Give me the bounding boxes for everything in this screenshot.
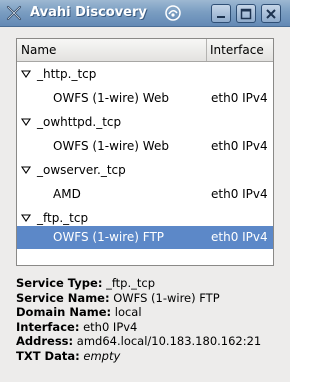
service-type-label: _owhttpd._tcp — [37, 115, 122, 129]
service-row-selected[interactable]: OWFS (1-wire) FTP eth0 IPv4 — [17, 226, 273, 249]
detail-service-type: Service Type: _ftp._tcp — [16, 276, 286, 291]
service-row[interactable]: OWFS (1-wire) Web eth0 IPv4 — [17, 87, 273, 110]
detail-label: Address: — [16, 334, 74, 349]
detail-value: eth0 IPv4 — [83, 319, 138, 334]
avahi-logo-icon — [165, 5, 181, 21]
service-interface: eth0 IPv4 — [211, 91, 268, 105]
title-bar[interactable]: Avahi Discovery — [0, 0, 290, 27]
service-interface: eth0 IPv4 — [211, 187, 268, 201]
maximize-button[interactable] — [236, 4, 256, 23]
service-name: OWFS (1-wire) Web — [53, 91, 169, 105]
detail-value: amd64.local/10.183.180.162:21 — [76, 334, 262, 349]
column-header-name[interactable]: Name — [17, 39, 207, 61]
expander-expanded-icon[interactable] — [20, 212, 32, 224]
service-name: AMD — [53, 187, 81, 201]
minimize-button[interactable] — [211, 4, 231, 23]
window-menu-icon[interactable] — [6, 5, 22, 21]
maximize-icon — [240, 8, 252, 20]
service-row[interactable]: AMD eth0 IPv4 — [17, 183, 273, 206]
expander-expanded-icon[interactable] — [20, 116, 32, 128]
column-header-interface[interactable]: Interface — [208, 39, 273, 61]
service-type-label: _ftp._tcp — [37, 211, 89, 225]
detail-address: Address: amd64.local/10.183.180.162:21 — [16, 334, 286, 349]
detail-value: _ftp._tcp — [106, 276, 156, 290]
expander-expanded-icon[interactable] — [20, 164, 32, 176]
service-type-label: _owserver._tcp — [37, 163, 126, 177]
avahi-discovery-window: Avahi Discovery Name Interface _http._tc… — [0, 0, 290, 382]
detail-interface: Interface: eth0 IPv4 — [16, 320, 286, 335]
detail-label: TXT Data: — [16, 348, 80, 363]
window-title: Avahi Discovery — [30, 5, 147, 20]
services-tree-view[interactable]: Name Interface _http._tcp OWFS (1-wire) … — [16, 38, 274, 266]
detail-value: empty — [83, 348, 121, 363]
detail-value: OWFS (1-wire) FTP — [113, 290, 220, 305]
service-type-row[interactable]: _owserver._tcp — [17, 159, 273, 182]
service-name: OWFS (1-wire) FTP — [53, 230, 165, 244]
service-type-label: _http._tcp — [37, 67, 97, 81]
service-type-row[interactable]: _owhttpd._tcp — [17, 111, 273, 134]
close-icon — [266, 9, 276, 19]
detail-domain-name: Domain Name: local — [16, 305, 286, 320]
close-button[interactable] — [261, 4, 281, 23]
service-name: OWFS (1-wire) Web — [53, 139, 169, 153]
expander-expanded-icon[interactable] — [20, 68, 32, 80]
detail-txt-data: TXT Data: empty — [16, 349, 286, 364]
minimize-icon — [217, 16, 225, 18]
detail-service-name: Service Name: OWFS (1-wire) FTP — [16, 291, 286, 306]
tree-header: Name Interface — [17, 39, 273, 62]
detail-label: Service Name: — [16, 290, 110, 305]
service-type-row[interactable]: _http._tcp — [17, 63, 273, 86]
service-interface: eth0 IPv4 — [211, 230, 268, 244]
service-details: Service Type: _ftp._tcp Service Name: OW… — [16, 276, 286, 364]
detail-value: local — [114, 305, 142, 320]
service-row[interactable]: OWFS (1-wire) Web eth0 IPv4 — [17, 135, 273, 158]
service-interface: eth0 IPv4 — [211, 139, 268, 153]
detail-label: Service Type: — [16, 276, 103, 290]
detail-label: Domain Name: — [16, 305, 112, 320]
detail-label: Interface: — [16, 319, 80, 334]
